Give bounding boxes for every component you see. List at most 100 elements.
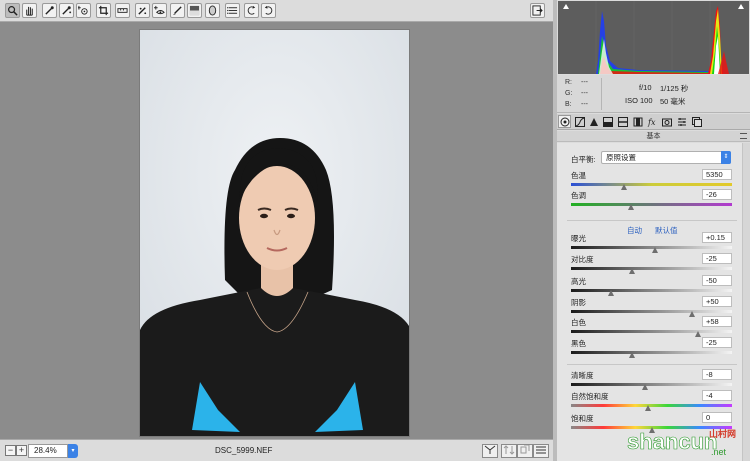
spot-removal-tool-button[interactable] bbox=[135, 3, 150, 18]
slider-value-field[interactable]: -26 bbox=[702, 189, 732, 200]
zoom-level-field[interactable]: 28.4% bbox=[28, 444, 68, 458]
slider-value-field[interactable]: +58 bbox=[702, 316, 732, 327]
slider-track[interactable] bbox=[571, 203, 732, 206]
straighten-tool-button[interactable] bbox=[115, 3, 130, 18]
panel-tabs: fx bbox=[557, 114, 750, 130]
slider-label: 白色 bbox=[571, 318, 586, 327]
radial-filter-tool-button[interactable] bbox=[205, 3, 220, 18]
adjustment-brush-tool-button[interactable] bbox=[170, 3, 185, 18]
basic-controls: 白平衡: 原照设置 ⇕ 自动 默认值 色温 5350 色调 -26 曝光 +0.15 对比度… bbox=[557, 143, 742, 461]
b-value: --- bbox=[581, 101, 588, 108]
tab-tone-curve[interactable] bbox=[573, 115, 586, 128]
lens-icon bbox=[633, 117, 642, 126]
hand-icon bbox=[26, 6, 33, 16]
straighten-icon bbox=[117, 8, 128, 13]
slider-thumb[interactable] bbox=[629, 268, 636, 274]
tab-effects[interactable]: fx bbox=[645, 115, 658, 128]
slider-thumb[interactable] bbox=[621, 184, 628, 190]
chevron-updown-icon: ⇕ bbox=[721, 151, 731, 164]
portrait-photo bbox=[139, 29, 410, 437]
swap-icon bbox=[503, 445, 515, 455]
slider-thumb[interactable] bbox=[642, 384, 649, 390]
settings-list-icon bbox=[536, 446, 546, 454]
hand-tool-button[interactable] bbox=[22, 3, 37, 18]
copy-settings-button[interactable] bbox=[517, 444, 533, 458]
separator bbox=[567, 220, 737, 221]
slider-track[interactable] bbox=[571, 267, 732, 270]
slider-track[interactable] bbox=[571, 183, 732, 186]
slider-thumb[interactable] bbox=[608, 290, 615, 296]
slider-track[interactable] bbox=[571, 330, 732, 333]
zoom-dropdown-arrow[interactable]: ▾ bbox=[68, 444, 78, 458]
slider-value-field[interactable]: 5350 bbox=[702, 169, 732, 180]
tab-split-toning[interactable] bbox=[616, 115, 629, 128]
preferences-tool-button[interactable] bbox=[225, 3, 240, 18]
before-after-toggle[interactable] bbox=[482, 444, 498, 458]
slider-track[interactable] bbox=[571, 404, 732, 407]
slider-thumb[interactable] bbox=[627, 204, 634, 210]
slider-track[interactable] bbox=[571, 383, 732, 386]
fullscreen-button[interactable] bbox=[530, 3, 545, 18]
white-balance-select[interactable]: 原照设置 ⇕ bbox=[601, 151, 731, 164]
sampler-eyedropper-icon bbox=[62, 6, 72, 15]
tab-camera-calibration[interactable] bbox=[660, 115, 673, 128]
red-eye-tool-button[interactable] bbox=[152, 3, 167, 18]
view-settings-button[interactable] bbox=[533, 444, 549, 458]
slider-track[interactable] bbox=[571, 351, 732, 354]
watermark-text: shancun bbox=[627, 429, 717, 454]
red-eye-icon bbox=[154, 5, 165, 15]
panel-scrollbar[interactable] bbox=[742, 143, 750, 461]
tab-lens[interactable] bbox=[631, 115, 644, 128]
zoom-out-button[interactable]: − bbox=[5, 445, 16, 456]
slider-value-field[interactable]: -8 bbox=[702, 369, 732, 380]
zoom-tool-button[interactable] bbox=[5, 3, 20, 18]
camera-icon bbox=[661, 118, 672, 126]
default-link[interactable]: 默认值 bbox=[655, 225, 678, 236]
toolbar bbox=[0, 0, 553, 22]
slider-value-field[interactable]: 0 bbox=[702, 412, 732, 423]
slider-label: 色调 bbox=[571, 191, 586, 200]
slider-thumb[interactable] bbox=[688, 311, 695, 317]
auto-link[interactable]: 自动 bbox=[627, 225, 642, 236]
tab-snapshots[interactable] bbox=[690, 115, 703, 128]
slider-track[interactable] bbox=[571, 310, 732, 313]
panel-menu-icon[interactable] bbox=[740, 133, 747, 139]
slider-track[interactable] bbox=[571, 289, 732, 292]
iso-value: ISO 100 bbox=[625, 96, 653, 105]
list-icon bbox=[227, 7, 238, 14]
slider-value-field[interactable]: +0.15 bbox=[702, 232, 732, 243]
slider-value-field[interactable]: -25 bbox=[702, 337, 732, 348]
tab-hsl[interactable] bbox=[601, 115, 614, 128]
tab-detail[interactable] bbox=[587, 115, 600, 128]
slider-value-field[interactable]: -25 bbox=[702, 253, 732, 264]
magnifier-icon bbox=[8, 6, 18, 16]
histogram-graph bbox=[563, 1, 744, 74]
tab-presets[interactable] bbox=[675, 115, 688, 128]
color-sampler-tool-button[interactable] bbox=[59, 3, 74, 18]
zoom-in-button[interactable]: + bbox=[16, 445, 27, 456]
white-balance-tool-button[interactable] bbox=[42, 3, 57, 18]
rotate-right-tool-button[interactable] bbox=[261, 3, 276, 18]
slider-value-field[interactable]: +50 bbox=[702, 296, 732, 307]
slider-thumb[interactable] bbox=[695, 331, 702, 337]
slider-label: 对比度 bbox=[571, 255, 594, 264]
crop-tool-button[interactable] bbox=[96, 3, 111, 18]
r-value: --- bbox=[581, 79, 588, 86]
image-canvas[interactable] bbox=[0, 22, 553, 439]
targeted-adjustment-tool-button[interactable] bbox=[76, 3, 91, 18]
slider-thumb[interactable] bbox=[651, 247, 658, 253]
white-balance-value: 原照设置 bbox=[606, 153, 636, 162]
slider-thumb[interactable] bbox=[629, 352, 636, 358]
slider-thumb[interactable] bbox=[645, 405, 652, 411]
tab-basic[interactable] bbox=[558, 115, 571, 128]
info-separator bbox=[601, 78, 602, 110]
g-label: G: bbox=[565, 90, 573, 97]
fullscreen-icon bbox=[532, 5, 543, 16]
slider-value-field[interactable]: -50 bbox=[702, 275, 732, 286]
rotate-left-tool-button[interactable] bbox=[244, 3, 259, 18]
slider-value-field[interactable]: -4 bbox=[702, 390, 732, 401]
triangle-icon bbox=[589, 117, 598, 126]
swap-settings-button[interactable] bbox=[501, 444, 517, 458]
watermark-sub: 山村网 bbox=[709, 428, 736, 440]
graduated-filter-tool-button[interactable] bbox=[187, 3, 202, 18]
